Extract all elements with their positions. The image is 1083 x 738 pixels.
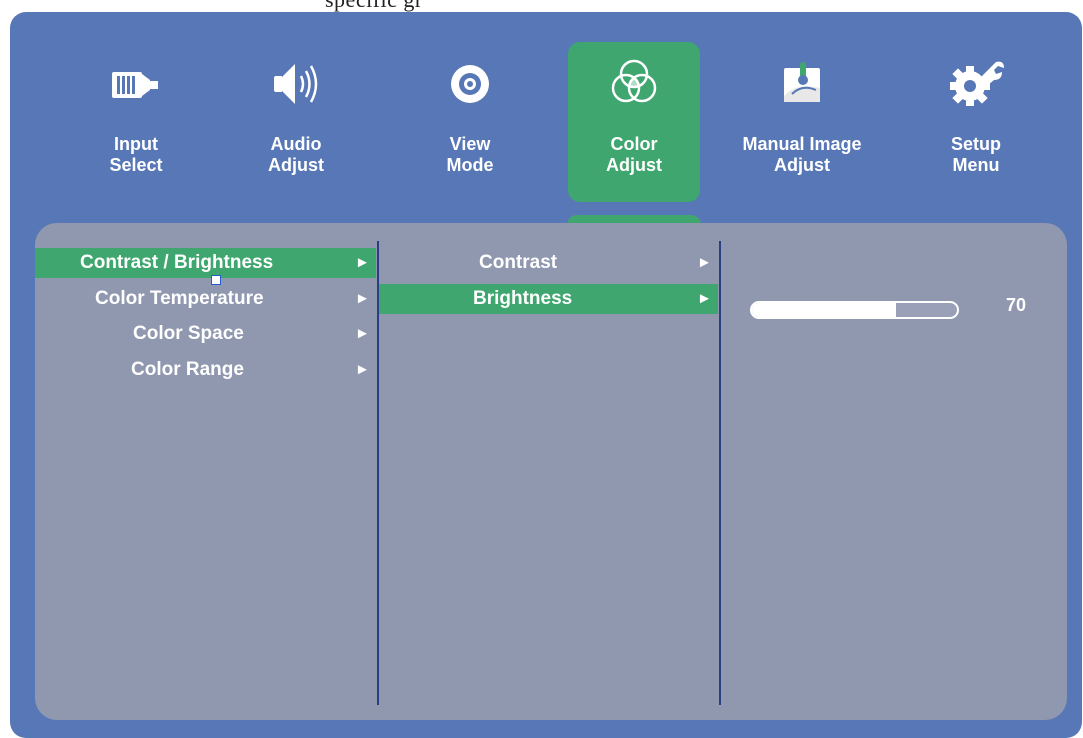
- submenu-arrow-icon: ►: [355, 254, 370, 271]
- brightness-slider[interactable]: [750, 301, 959, 319]
- menu-item-color-space[interactable]: Color Space ►: [35, 319, 376, 349]
- slider-fill: [752, 303, 896, 317]
- tab-label: Manual Image Adjust: [742, 134, 862, 175]
- submenu-arrow-icon: ►: [355, 361, 370, 378]
- eye-icon: [451, 65, 489, 103]
- submenu-item-label: Brightness: [473, 288, 573, 309]
- tab-color-adjust[interactable]: Color Adjust: [568, 42, 700, 202]
- tab-setup-menu[interactable]: Setup Menu: [910, 42, 1042, 202]
- tab-label: Audio Adjust: [268, 134, 324, 175]
- menu-item-color-range[interactable]: Color Range ►: [35, 355, 376, 385]
- submenu-arrow-icon: ►: [355, 290, 370, 307]
- pointer-cursor-marker: [211, 275, 221, 285]
- color-circles-icon: [611, 59, 657, 103]
- submenu-arrow-icon: ►: [355, 325, 370, 342]
- input-select-icon: [112, 72, 158, 98]
- submenu-arrow-icon: ►: [697, 254, 712, 271]
- image-adjust-icon: [784, 62, 820, 102]
- submenu-item-brightness[interactable]: Brightness ►: [379, 284, 718, 314]
- tab-audio-adjust[interactable]: Audio Adjust: [230, 42, 362, 202]
- menu-item-contrast-brightness[interactable]: Contrast / Brightness ►: [35, 248, 376, 278]
- tab-bar: Input Select Audio Adjust View Mode Colo…: [10, 12, 1082, 231]
- tab-input-select[interactable]: Input Select: [70, 42, 202, 202]
- osd-menu-window: Input Select Audio Adjust View Mode Colo…: [10, 12, 1082, 738]
- tab-manual-image-adjust[interactable]: Manual Image Adjust: [736, 42, 868, 202]
- submenu-item-contrast[interactable]: Contrast ►: [379, 248, 718, 278]
- submenu-arrow-icon: ►: [697, 290, 712, 307]
- speaker-icon: [274, 64, 318, 104]
- tab-label: Color Adjust: [606, 134, 662, 175]
- menu-item-label: Contrast / Brightness: [80, 252, 274, 273]
- menu-item-label: Color Temperature: [95, 288, 264, 309]
- menu-item-label: Color Space: [133, 323, 244, 344]
- tab-view-mode[interactable]: View Mode: [404, 42, 536, 202]
- tab-label: Setup Menu: [950, 134, 1001, 175]
- column-divider: [719, 241, 721, 705]
- submenu-item-label: Contrast: [479, 252, 558, 273]
- menu-panel: Contrast / Brightness ► Color Temperatur…: [35, 223, 1067, 720]
- wrench-gear-icon: [950, 61, 1004, 106]
- menu-item-color-temperature[interactable]: Color Temperature ►: [35, 284, 376, 314]
- tab-label: View Mode: [446, 134, 494, 175]
- brightness-value: 70: [1006, 295, 1027, 315]
- menu-item-label: Color Range: [131, 359, 244, 380]
- tab-label: Input Select: [109, 134, 163, 175]
